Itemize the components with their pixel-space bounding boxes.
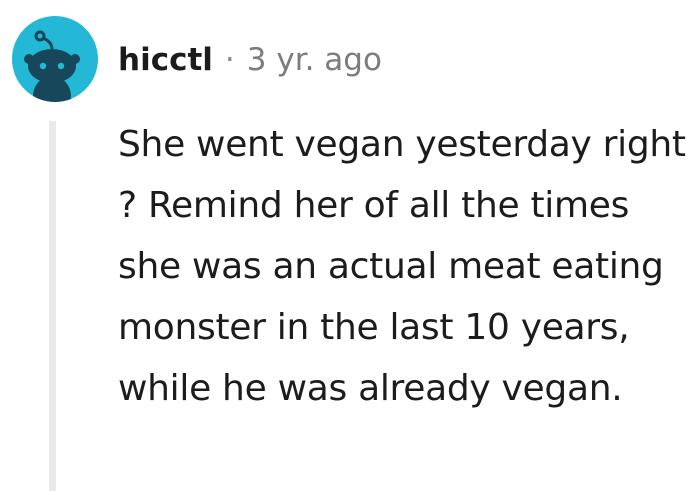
- thread-collapse-line[interactable]: [49, 121, 56, 491]
- timestamp-link[interactable]: 3 yr. ago: [247, 38, 382, 82]
- comment-meta: hicctl · 3 yr. ago: [118, 38, 382, 82]
- comment: hicctl · 3 yr. ago She went vegan yester…: [0, 0, 700, 491]
- comment-body: She went vegan yesterday right ? Remind …: [118, 124, 686, 409]
- reddit-snoo-avatar-icon: [24, 30, 80, 102]
- meta-separator: ·: [224, 42, 235, 78]
- username-link[interactable]: hicctl: [118, 38, 213, 82]
- avatar[interactable]: [12, 16, 98, 102]
